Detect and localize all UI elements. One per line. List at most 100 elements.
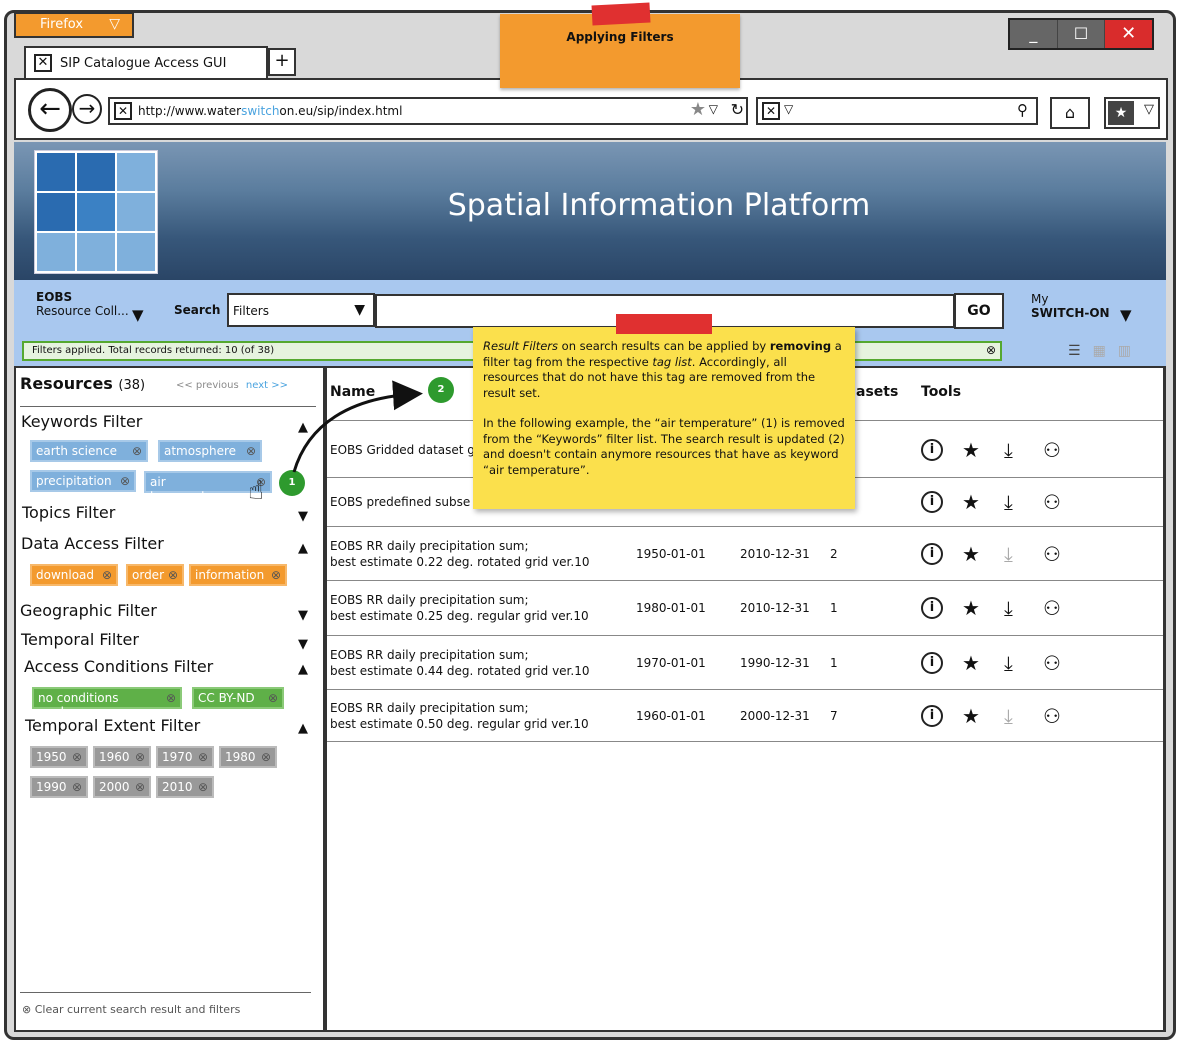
collapse-temporal-extent-icon[interactable]: ▲ [298,721,308,736]
info-icon[interactable]: i [921,491,943,513]
expand-temporal-icon[interactable]: ▼ [298,637,308,652]
info-icon[interactable]: i [921,438,943,461]
info-icon[interactable]: i [921,651,943,674]
info-icon[interactable]: i [921,597,943,619]
resource-name[interactable]: EOBS RR daily precipitation sum; [330,592,529,608]
remove-circle-icon[interactable]: ⊗ [268,691,278,705]
search-icon[interactable]: ⚲ [1017,101,1028,119]
browser-search-box[interactable]: ✕ ▽ ⚲ [756,97,1038,125]
share-icon[interactable]: ⚇ [1043,596,1061,620]
platform-logo [34,150,158,274]
collapse-data-access-icon[interactable]: ▲ [298,541,308,556]
browser-tab[interactable]: ✕ SIP Catalogue Access GUI [24,46,268,80]
remove-circle-icon[interactable]: ⊗ [198,750,208,764]
remove-circle-icon[interactable]: ⊗ [271,568,281,582]
tag-cc-by-nd: CC BY-ND ⊗ [192,687,284,709]
expand-topics-icon[interactable]: ▼ [298,509,308,524]
hand-cursor-icon: ☝ [248,476,264,506]
address-bar[interactable]: ✕ http://www.waterswitchon.eu/sip/index.… [108,97,748,125]
resource-name[interactable]: EOBS predefined subse [330,494,470,510]
share-icon[interactable]: ⚇ [1043,542,1061,566]
list-view-icon[interactable]: ☰ [1068,343,1081,359]
search-type-select[interactable]: Filters ▼ [227,293,375,327]
remove-circle-icon[interactable]: ⊗ [166,691,176,705]
tag-2000: 2000 ⊗ [93,776,151,798]
remove-circle-icon[interactable]: ⊗ [986,343,996,357]
grid-view-icon[interactable]: ▦ [1093,343,1106,359]
remove-circle-icon[interactable]: ⊗ [102,568,112,582]
my-switch-on-menu[interactable]: My SWITCH-ON [1031,292,1110,320]
temporal-filter-heading: Temporal Filter [21,630,139,649]
reload-icon[interactable]: ↻ [731,100,744,119]
resource-name[interactable]: EOBS RR daily precipitation sum; [330,647,529,663]
tag-earth-science: earth science ⊗ [30,440,148,462]
download-icon[interactable]: ⤓ [1004,704,1013,728]
star-icon[interactable]: ★ [962,596,980,620]
maximize-button[interactable]: ☐ [1058,20,1106,48]
tag-download: download ⊗ [30,564,118,586]
collection-dropdown-icon[interactable]: ▼ [132,306,144,324]
resource-name-detail: best estimate 0.25 deg. regular grid ver… [330,609,589,623]
remove-circle-icon[interactable]: ⊗ [261,750,271,764]
star-icon[interactable]: ★ [962,704,980,728]
expand-geographic-icon[interactable]: ▼ [298,608,308,623]
tag-1980: 1980 ⊗ [219,746,277,768]
my-switch-dropdown-icon[interactable]: ▼ [1120,306,1132,324]
remove-circle-icon[interactable]: ⊗ [72,780,82,794]
remove-circle-icon[interactable]: ⊗ [72,750,82,764]
minimize-button[interactable]: _ [1010,20,1058,48]
star-icon[interactable]: ★ [962,542,980,566]
column-header-datasets[interactable]: asets [856,384,898,400]
start-date: 1980-01-01 [636,601,706,615]
chevron-down-icon[interactable]: ▽ [709,102,718,116]
forward-button[interactable]: → [72,94,102,124]
info-icon[interactable]: i [921,542,943,565]
search-engine-icon: ✕ [762,102,780,120]
resource-name[interactable]: EOBS RR daily precipitation sum; [330,700,529,716]
firefox-menu-button[interactable]: Firefox ▽ [14,12,134,38]
previous-link[interactable]: << previous [176,380,239,391]
close-window-button[interactable]: ✕ [1105,20,1153,48]
go-button[interactable]: GO [954,293,1004,329]
info-icon[interactable]: i [921,704,943,727]
remove-circle-icon[interactable]: ⊗ [132,444,142,458]
remove-circle-icon[interactable]: ⊗ [198,780,208,794]
download-icon[interactable]: ⤓ [1004,651,1013,675]
start-date: 1970-01-01 [636,655,706,670]
clear-filters-link[interactable]: ⊗ Clear current search result and filter… [22,1003,240,1016]
download-icon[interactable]: ⤓ [1004,490,1013,514]
star-icon[interactable]: ★ [962,490,980,514]
remove-circle-icon[interactable]: ⊗ [135,780,145,794]
new-tab-button[interactable]: + [268,48,296,76]
remove-circle-icon[interactable]: ⊗ [120,474,130,488]
map-view-icon[interactable]: ▥ [1118,343,1131,359]
bookmarks-star-icon: ★ [1108,101,1134,125]
bookmark-star-icon[interactable]: ★ [690,99,706,120]
share-icon[interactable]: ⚇ [1043,438,1061,462]
search-label: Search [174,303,221,317]
remove-circle-icon[interactable]: ⊗ [246,444,256,458]
site-icon: ✕ [114,102,132,120]
chevron-down-icon[interactable]: ▽ [784,102,793,116]
remove-circle-icon: ⊗ [22,1003,32,1016]
temporal-extent-filter-heading: Temporal Extent Filter [25,716,201,735]
remove-circle-icon[interactable]: ⊗ [168,568,178,582]
download-icon[interactable]: ⤓ [1004,438,1013,462]
row-divider [327,526,1163,527]
share-icon[interactable]: ⚇ [1043,490,1061,514]
back-button[interactable]: ← [28,88,72,132]
download-icon[interactable]: ⤓ [1004,596,1013,620]
share-icon[interactable]: ⚇ [1043,651,1061,675]
resource-name[interactable]: EOBS RR daily precipitation sum; [330,538,529,554]
download-icon[interactable]: ⤓ [1004,542,1013,566]
share-icon[interactable]: ⚇ [1043,704,1061,728]
collection-selector[interactable]: EOBS Resource Coll... [36,290,129,318]
star-icon[interactable]: ★ [962,651,980,675]
star-icon[interactable]: ★ [962,438,980,462]
resource-name-detail: best estimate 0.22 deg. rotated grid ver… [330,554,590,569]
end-date: 2010-12-31 [740,546,810,561]
collapse-access-conditions-icon[interactable]: ▲ [298,662,308,677]
bookmarks-button[interactable]: ★ ▽ [1104,97,1160,129]
remove-circle-icon[interactable]: ⊗ [135,750,145,764]
home-button[interactable]: ⌂ [1050,97,1090,129]
